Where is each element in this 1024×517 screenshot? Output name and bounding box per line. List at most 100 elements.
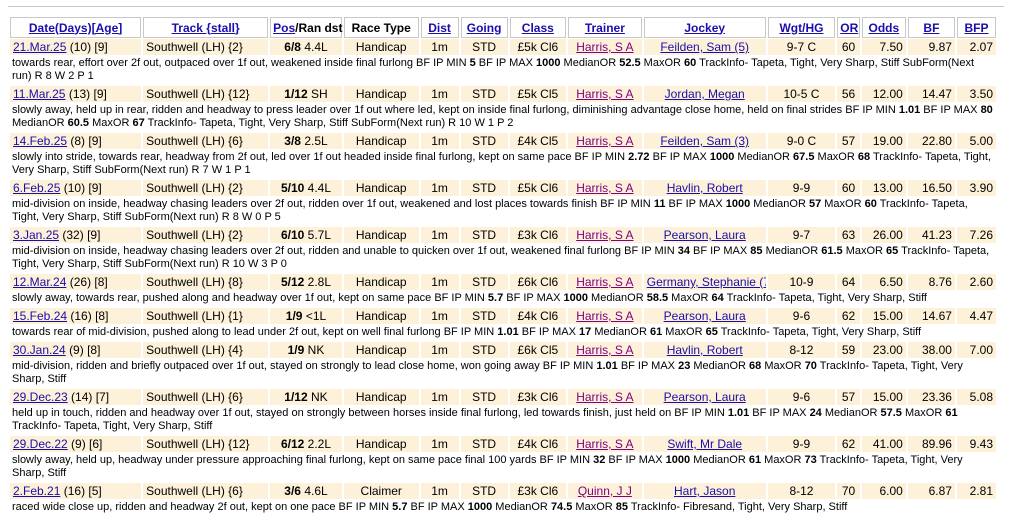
trainer-link[interactable]: Harris, S A — [576, 437, 633, 451]
trainer-link[interactable]: Harris, S A — [576, 87, 633, 101]
trainer-link[interactable]: Harris, S A — [576, 40, 633, 54]
age-sort-link[interactable]: [Age] — [92, 21, 123, 35]
track-name: Southwell (LH) {2} — [146, 228, 243, 242]
odds-value: 26.00 — [872, 228, 903, 242]
jockey-link[interactable]: Pearson, Laura — [664, 228, 746, 242]
date-link[interactable]: 12.Mar.24 — [13, 275, 66, 289]
date-header[interactable]: Date(Days)[Age] — [10, 17, 142, 38]
trainer-sort-link[interactable]: Trainer — [585, 21, 625, 35]
jockey-link[interactable]: Germany, Stephanie (7) — [647, 275, 766, 289]
date-link[interactable]: 3.Jan.25 — [13, 228, 59, 242]
date-link[interactable]: 21.Mar.25 — [13, 40, 66, 54]
or-sort-link[interactable]: OR — [840, 21, 858, 35]
class-header[interactable]: Class — [509, 17, 566, 38]
comment-text: BF IP MAX — [503, 292, 564, 304]
jockey-link[interactable]: Pearson, Laura — [664, 390, 746, 404]
comment-value: 67.5 — [793, 151, 815, 163]
run-or-cell: 62 — [837, 308, 860, 324]
trainer-link[interactable]: Harris, S A — [576, 275, 633, 289]
date-link[interactable]: 6.Feb.25 — [13, 181, 60, 195]
distance: 1m — [431, 390, 448, 404]
class-sort-link[interactable]: Class — [522, 21, 554, 35]
track-sort-link[interactable]: Track {stall} — [172, 21, 240, 35]
run-or-cell: 63 — [837, 227, 860, 243]
jockey-link[interactable]: Pearson, Laura — [664, 309, 746, 323]
race-type: Handicap — [355, 181, 407, 195]
divider — [8, 6, 1004, 7]
run-dist-cell: 1m — [420, 227, 459, 243]
comment-text: MedianOR — [821, 407, 881, 419]
bfp-header[interactable]: BFP — [956, 17, 996, 38]
track-header[interactable]: Track {stall} — [143, 17, 269, 38]
distance: 1m — [431, 437, 448, 451]
date-link[interactable]: 15.Feb.24 — [13, 309, 67, 323]
jockey-link[interactable]: Havlin, Robert — [667, 181, 743, 195]
odds-value: 19.00 — [872, 134, 903, 148]
run-jockey-cell: Germany, Stephanie (7) — [643, 274, 766, 290]
days-age: (16) [8] — [70, 309, 109, 323]
date-link[interactable]: 29.Dec.23 — [13, 390, 68, 404]
date-link[interactable]: 14.Feb.25 — [13, 134, 67, 148]
going-sort-link[interactable]: Going — [467, 21, 502, 35]
betfair-sp: 9.87 — [928, 40, 952, 54]
jockey-link[interactable]: Hart, Jason — [674, 484, 735, 498]
going: STD — [472, 343, 497, 357]
comment-row: towards rear of mid-division, pushed alo… — [10, 325, 996, 341]
run-odds-cell: 15.00 — [861, 308, 906, 324]
jockey-link[interactable]: Jordan, Megan — [665, 87, 745, 101]
jockey-header[interactable]: Jockey — [643, 17, 766, 38]
jockey-link[interactable]: Swift, Mr Dale — [667, 437, 742, 451]
trainer-link[interactable]: Harris, S A — [576, 343, 633, 357]
bf-sort-link[interactable]: BF — [923, 21, 939, 35]
betfair-sp: 14.67 — [921, 309, 952, 323]
comment-text: towards rear of mid-division, pushed alo… — [12, 326, 498, 338]
comment-value: 74.5 — [550, 501, 573, 513]
days-age: (16) [5] — [63, 484, 102, 498]
wgt-header[interactable]: Wgt/HG — [767, 17, 836, 38]
run-row: 14.Feb.25 (8) [9] Southwell (LH) {6} 3/8 2… — [10, 133, 996, 149]
pos-sort-link[interactable]: Pos — [273, 21, 295, 35]
date-link[interactable]: 11.Mar.25 — [13, 87, 65, 101]
odds-header[interactable]: Odds — [861, 17, 906, 38]
run-wgt-cell: 10-5 C — [767, 86, 836, 102]
date-sort-link[interactable]: Date(Days) — [29, 21, 92, 35]
trainer-link[interactable]: Harris, S A — [576, 181, 633, 195]
jockey-link[interactable]: Feilden, Sam (5) — [660, 40, 749, 54]
jockey-link[interactable]: Havlin, Robert — [667, 343, 743, 357]
trainer-link[interactable]: Quinn, J J — [578, 484, 632, 498]
trainer-link[interactable]: Harris, S A — [576, 134, 633, 148]
run-class-cell: £6k Cl5 — [509, 342, 566, 358]
wgt-sort-link[interactable]: Wgt/HG — [779, 21, 823, 35]
pos-header[interactable]: Pos/Ran dst — [270, 17, 342, 38]
trainer-header[interactable]: Trainer — [567, 17, 642, 38]
run-bfp-cell: 7.00 — [956, 342, 996, 358]
run-wgt-cell: 9-0 C — [767, 133, 836, 149]
run-odds-cell: 41.00 — [861, 436, 906, 452]
run-wgt-cell: 9-6 — [767, 389, 836, 405]
date-link[interactable]: 2.Feb.21 — [13, 484, 60, 498]
dist-sort-link[interactable]: Dist — [428, 21, 451, 35]
run-race-type-cell: Handicap — [343, 389, 419, 405]
trainer-link[interactable]: Harris, S A — [576, 309, 633, 323]
run-or-cell: 64 — [837, 274, 860, 290]
run-race-type-cell: Claimer — [343, 483, 419, 499]
going-header[interactable]: Going — [460, 17, 508, 38]
bf-header[interactable]: BF — [907, 17, 955, 38]
date-link[interactable]: 29.Dec.22 — [13, 437, 68, 451]
or-header[interactable]: OR — [837, 17, 860, 38]
run-odds-cell: 26.00 — [861, 227, 906, 243]
weight-headgear: 9-9 — [792, 437, 811, 451]
trainer-link[interactable]: Harris, S A — [576, 228, 633, 242]
odds-value: 23.00 — [872, 343, 903, 357]
date-link[interactable]: 30.Jan.24 — [13, 343, 66, 357]
run-date-cell: 3.Jan.25 (32) [9] — [10, 227, 142, 243]
run-row: 6.Feb.25 (10) [9] Southwell (LH) {2} 5/10 … — [10, 180, 996, 196]
jockey-link[interactable]: Feilden, Sam (3) — [660, 134, 749, 148]
trainer-link[interactable]: Harris, S A — [576, 390, 633, 404]
odds-sort-link[interactable]: Odds — [868, 21, 899, 35]
bfp-sort-link[interactable]: BFP — [964, 21, 988, 35]
dist-header[interactable]: Dist — [420, 17, 459, 38]
run-bfp-cell: 9.43 — [956, 436, 996, 452]
run-race-type-cell: Handicap — [343, 39, 419, 55]
jockey-sort-link[interactable]: Jockey — [684, 21, 725, 35]
